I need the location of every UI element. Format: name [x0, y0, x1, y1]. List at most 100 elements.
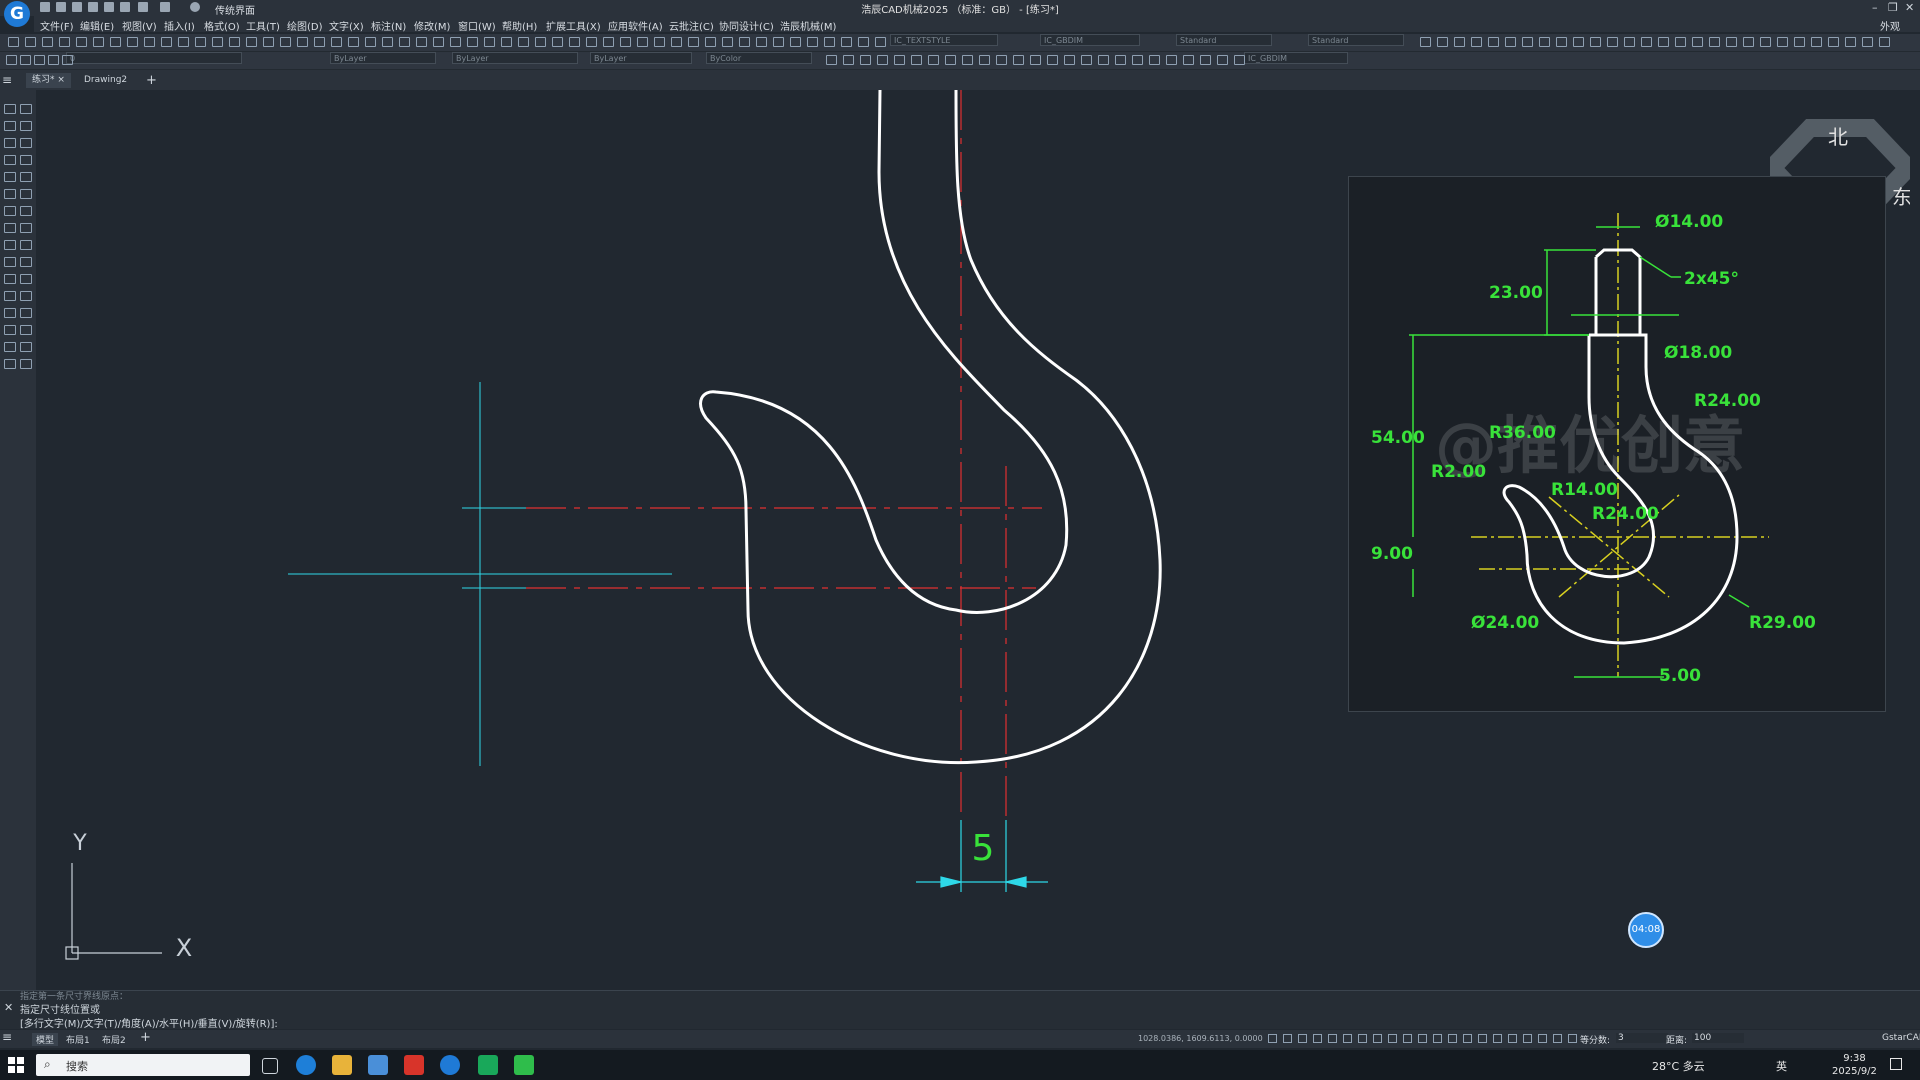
store-icon[interactable] — [368, 1055, 388, 1075]
toolbar-tool-icon[interactable] — [1539, 37, 1550, 47]
multileader-style-select[interactable]: Standard — [1308, 34, 1404, 46]
toolbar-tool-icon[interactable] — [8, 37, 19, 47]
toolbar-tool-icon[interactable] — [110, 37, 121, 47]
menu-help[interactable]: 帮助(H) — [502, 18, 537, 33]
toolbar-tool-icon[interactable] — [1692, 37, 1703, 47]
status-toggle-icon[interactable] — [1283, 1034, 1292, 1043]
appearance-menu[interactable]: 外观 — [1880, 18, 1900, 33]
plot-icon[interactable] — [104, 2, 114, 12]
status-toggle-icon[interactable] — [1538, 1034, 1547, 1043]
toolbar-tool-icon[interactable] — [212, 37, 223, 47]
status-menu-icon[interactable]: ≡ — [2, 1030, 12, 1044]
toolbar-tool-icon[interactable] — [433, 37, 444, 47]
new-file-icon[interactable] — [40, 2, 50, 12]
linetype-select[interactable]: ByLayer — [452, 52, 578, 64]
toolbar-tool-icon[interactable] — [1420, 37, 1431, 47]
ime-indicator[interactable]: 英 — [1776, 1058, 1787, 1074]
close-button[interactable]: ✕ — [1905, 1, 1914, 14]
undo-icon[interactable] — [138, 2, 148, 12]
menu-dimension[interactable]: 标注(N) — [371, 18, 406, 33]
toolbar-tool-icon[interactable] — [399, 37, 410, 47]
left-palette-tool-icon[interactable] — [4, 325, 16, 335]
toolbar-tool-icon[interactable] — [42, 37, 53, 47]
toolbar-tool-icon[interactable] — [858, 37, 869, 47]
left-palette-tool-icon[interactable] — [20, 121, 32, 131]
toolbar-tool-icon[interactable] — [569, 37, 580, 47]
left-palette-tool-icon[interactable] — [4, 189, 16, 199]
toolbar-tool-icon[interactable] — [1760, 37, 1771, 47]
toolbar-tool-icon[interactable] — [722, 37, 733, 47]
view-cube-east[interactable]: 东 — [1892, 185, 1910, 209]
toolbar-tool-icon[interactable] — [297, 37, 308, 47]
toolbar-tool-icon[interactable] — [807, 37, 818, 47]
status-toggle-icon[interactable] — [1508, 1034, 1517, 1043]
left-palette-tool-icon[interactable] — [4, 223, 16, 233]
status-toggle-icon[interactable] — [1568, 1034, 1577, 1043]
menu-mechanical[interactable]: 浩辰机械(M) — [780, 18, 836, 33]
wps-icon[interactable] — [404, 1055, 424, 1075]
tab-practice[interactable]: 练习* × — [26, 73, 71, 88]
toolbar-tool-icon[interactable] — [501, 37, 512, 47]
toolbar-tool-icon[interactable] — [773, 37, 784, 47]
left-palette-tool-icon[interactable] — [4, 206, 16, 216]
dimension-tool-icon[interactable] — [877, 55, 888, 65]
new-tab-button[interactable]: + — [140, 73, 163, 88]
open-file-icon[interactable] — [56, 2, 66, 12]
tray-weather[interactable]: 28°C 多云 — [1652, 1058, 1705, 1074]
lineweight-select[interactable]: ByLayer — [590, 52, 692, 64]
status-toggle-icon[interactable] — [1358, 1034, 1367, 1043]
toolbar-tool-icon[interactable] — [59, 37, 70, 47]
left-palette-tool-icon[interactable] — [20, 155, 32, 165]
redo-icon[interactable] — [160, 2, 170, 12]
status-toggle-icon[interactable] — [1418, 1034, 1427, 1043]
toolbar-tool-icon[interactable] — [178, 37, 189, 47]
equal-parts-input[interactable]: 3 — [1616, 1033, 1668, 1043]
tab-layout2[interactable]: 布局2 — [102, 1033, 126, 1046]
status-toggle-icon[interactable] — [1478, 1034, 1487, 1043]
toolbar-tool-icon[interactable] — [824, 37, 835, 47]
toolbar-tool-icon[interactable] — [671, 37, 682, 47]
dimension-tool-icon[interactable] — [979, 55, 990, 65]
status-toggle-icon[interactable] — [1433, 1034, 1442, 1043]
left-palette-tool-icon[interactable] — [20, 223, 32, 233]
distance-input[interactable]: 100 — [1692, 1033, 1744, 1043]
dimension-tool-icon[interactable] — [860, 55, 871, 65]
plot-style-select[interactable]: ByColor — [706, 52, 812, 64]
save-icon[interactable] — [72, 2, 82, 12]
menu-insert[interactable]: 插入(I) — [164, 18, 195, 33]
menu-view[interactable]: 视图(V) — [122, 18, 157, 33]
toolbar-tool-icon[interactable] — [1658, 37, 1669, 47]
toolbar-tool-icon[interactable] — [229, 37, 240, 47]
left-palette-tool-icon[interactable] — [20, 308, 32, 318]
menu-extension-tools[interactable]: 扩展工具(X) — [546, 18, 601, 33]
status-toggle-icon[interactable] — [1343, 1034, 1352, 1043]
left-palette-tool-icon[interactable] — [20, 274, 32, 284]
gstarcad-icon[interactable] — [440, 1055, 460, 1075]
left-palette-tool-icon[interactable] — [4, 240, 16, 250]
tab-drawing2[interactable]: Drawing2 — [78, 73, 133, 88]
dimension-tool-icon[interactable] — [1149, 55, 1160, 65]
left-palette-tool-icon[interactable] — [4, 138, 16, 148]
notification-icon[interactable] — [1890, 1058, 1902, 1070]
tab-menu-icon[interactable]: ≡ — [2, 73, 12, 88]
text-style-select[interactable]: IC_TEXTSTYLE — [890, 34, 998, 46]
status-toggle-icon[interactable] — [1553, 1034, 1562, 1043]
toolbar-tool-icon[interactable] — [1794, 37, 1805, 47]
left-palette-tool-icon[interactable] — [4, 308, 16, 318]
left-palette-tool-icon[interactable] — [20, 172, 32, 182]
status-toggle-icon[interactable] — [1328, 1034, 1337, 1043]
toolbar-tool-icon[interactable] — [1607, 37, 1618, 47]
view-cube-north[interactable]: 北 — [1828, 125, 1848, 149]
dim-style-select[interactable]: IC_GBDIM — [1040, 34, 1140, 46]
toolbar-tool-icon[interactable] — [450, 37, 461, 47]
status-toggle-icon[interactable] — [1448, 1034, 1457, 1043]
workspace-icon[interactable] — [190, 2, 200, 12]
toolbar-tool-icon[interactable] — [280, 37, 291, 47]
task-view-icon[interactable] — [262, 1058, 278, 1074]
menu-collab[interactable]: 协同设计(C) — [719, 18, 774, 33]
dimension-tool-icon[interactable] — [945, 55, 956, 65]
toolbar-tool-icon[interactable] — [467, 37, 478, 47]
left-palette-tool-icon[interactable] — [20, 240, 32, 250]
layer-tool-icon[interactable] — [6, 55, 17, 65]
dim-style-select-2[interactable]: IC_GBDIM — [1244, 52, 1348, 64]
